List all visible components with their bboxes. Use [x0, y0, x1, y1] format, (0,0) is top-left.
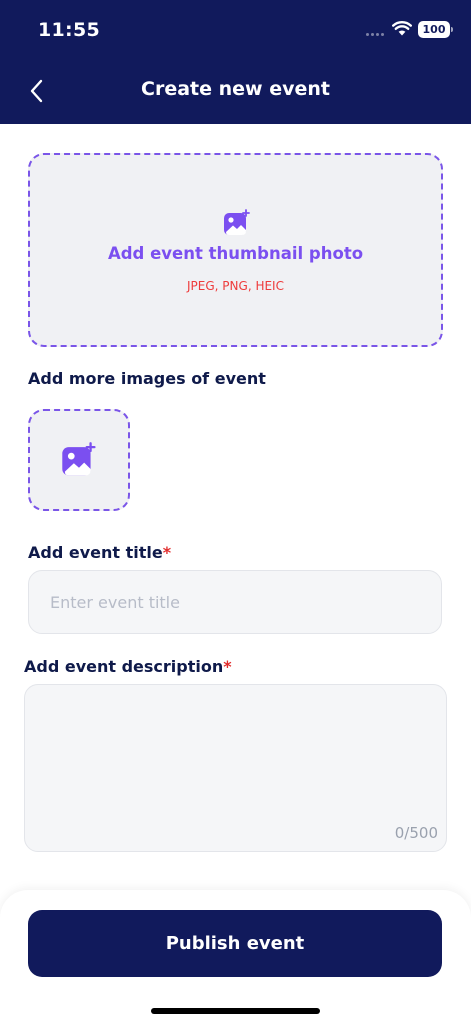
image-add-icon [224, 209, 250, 235]
page-title: Create new event [141, 78, 330, 100]
publish-event-button[interactable]: Publish event [28, 910, 442, 977]
more-images-label: Add more images of event [28, 369, 266, 388]
event-title-label: Add event title* [28, 543, 171, 562]
battery-icon: 100 [418, 21, 453, 38]
status-time: 11:55 [38, 19, 100, 41]
required-asterisk: * [162, 543, 172, 562]
event-description-label: Add event description* [24, 657, 232, 676]
event-description-field: 0/500 [24, 684, 447, 852]
home-indicator [151, 1008, 320, 1014]
wifi-icon [392, 21, 412, 36]
thumbnail-upload-label: Add event thumbnail photo [107, 244, 364, 263]
character-counter: 0/500 [394, 824, 438, 842]
image-add-icon [62, 442, 96, 476]
event-description-label-text: Add event description [24, 657, 224, 676]
event-description-input[interactable] [25, 685, 446, 851]
required-asterisk: * [223, 657, 232, 676]
thumbnail-format-hint: JPEG, PNG, HEIC [187, 279, 284, 293]
event-title-input[interactable] [28, 570, 442, 634]
signal-icon [366, 33, 386, 37]
add-more-images-button[interactable] [28, 409, 130, 511]
event-title-label-text: Add event title [28, 543, 163, 562]
app-header: 11:55 100 Create new event [0, 0, 471, 124]
thumbnail-upload-area[interactable]: Add event thumbnail photo JPEG, PNG, HEI… [28, 153, 443, 347]
